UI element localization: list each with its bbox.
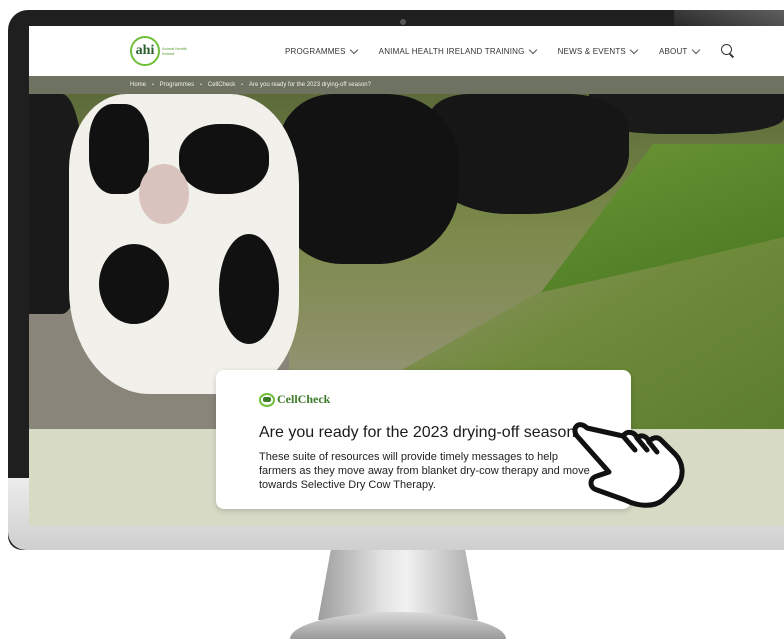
- nav-item-label: PROGRAMMES: [285, 46, 346, 56]
- breadcrumb-current: Are you ready for the 2023 drying-off se…: [249, 82, 371, 88]
- breadcrumb-cellcheck[interactable]: CellCheck: [208, 82, 235, 88]
- monitor-stand-neck: [318, 550, 478, 620]
- hand-pointer-icon: [572, 422, 685, 508]
- chevron-down-icon: [528, 45, 537, 54]
- main-nav: PROGRAMMES ANIMAL HEALTH IRELAND TRAININ…: [285, 44, 735, 58]
- nav-item-news-events[interactable]: NEWS & EVENTS: [557, 45, 639, 56]
- card-description: These suite of resources will provide ti…: [259, 451, 590, 491]
- breadcrumb-home[interactable]: Home: [130, 82, 146, 88]
- chevron-down-icon: [349, 45, 358, 54]
- breadcrumb: Home • Programmes • CellCheck • Are you …: [130, 82, 371, 88]
- nav-item-programmes[interactable]: PROGRAMMES: [285, 45, 358, 56]
- nav-item-about[interactable]: ABOUT: [658, 45, 700, 56]
- cellcheck-logo: CellCheck: [259, 392, 330, 407]
- breadcrumb-programmes[interactable]: Programmes: [160, 82, 194, 88]
- nav-item-label: ABOUT: [658, 46, 688, 56]
- ahi-logo[interactable]: ahi Animal Health Ireland: [130, 36, 190, 66]
- breadcrumb-separator: •: [241, 82, 243, 88]
- chevron-down-icon: [629, 45, 639, 54]
- breadcrumb-bar: Home • Programmes • CellCheck • Are you …: [29, 76, 784, 94]
- nav-item-label: NEWS & EVENTS: [557, 46, 626, 56]
- search-icon[interactable]: [720, 44, 735, 58]
- nav-item-training[interactable]: ANIMAL HEALTH IRELAND TRAINING: [378, 45, 537, 56]
- nav-item-label: ANIMAL HEALTH IRELAND TRAINING: [378, 46, 525, 56]
- logo-tagline: Animal Health Ireland: [162, 46, 187, 56]
- cellcheck-cow-icon: [259, 392, 275, 407]
- logo-mark: ahi: [130, 36, 160, 66]
- breadcrumb-separator: •: [200, 82, 202, 88]
- breadcrumb-separator: •: [152, 82, 154, 88]
- monitor-camera: [400, 19, 406, 25]
- cellcheck-brand: CellCheck: [277, 392, 331, 406]
- site-header: ahi Animal Health Ireland PROGRAMMES ANI…: [29, 26, 784, 76]
- card-title[interactable]: Are you ready for the 2023 drying-off se…: [259, 424, 584, 442]
- chevron-down-icon: [691, 45, 700, 54]
